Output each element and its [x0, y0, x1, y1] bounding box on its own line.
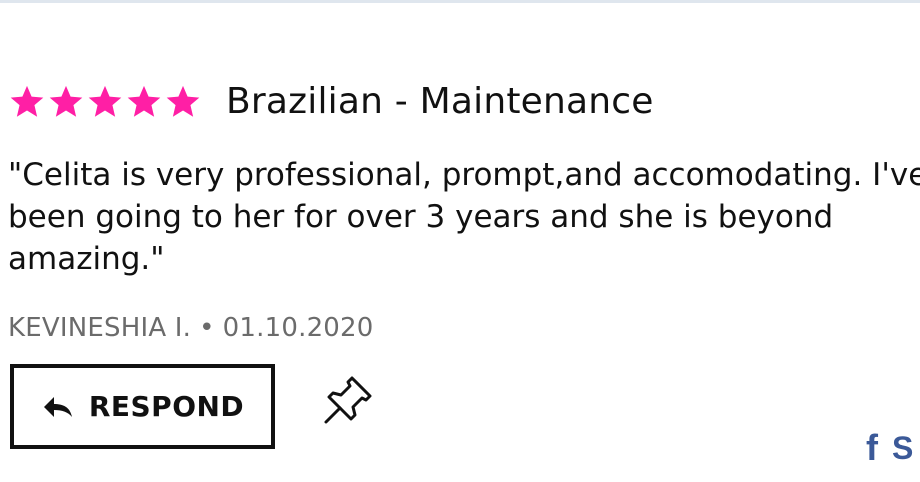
star-icon	[47, 83, 85, 121]
star-rating	[8, 83, 202, 121]
review-header: Brazilian - Maintenance	[8, 78, 654, 126]
review-meta: KEVINESHIA I. • 01.10.2020	[8, 310, 374, 346]
star-icon	[86, 83, 124, 121]
star-icon	[125, 83, 163, 121]
respond-label: RESPOND	[88, 390, 245, 423]
top-divider	[0, 0, 920, 3]
star-icon	[8, 83, 46, 121]
review-author: KEVINESHIA I.	[8, 313, 192, 343]
review-text: "Celita is very professional, prompt,and…	[8, 157, 920, 277]
service-title: Brazilian - Maintenance	[226, 81, 654, 122]
share-label: S	[892, 430, 914, 466]
pushpin-icon[interactable]	[322, 374, 374, 426]
facebook-icon: f	[866, 427, 878, 468]
reply-arrow-icon	[41, 393, 75, 421]
share-facebook-link[interactable]: f S	[866, 428, 913, 468]
star-icon	[164, 83, 202, 121]
respond-button[interactable]: RESPOND	[10, 364, 275, 449]
review-date: 01.10.2020	[222, 313, 374, 343]
meta-separator: •	[199, 313, 215, 343]
